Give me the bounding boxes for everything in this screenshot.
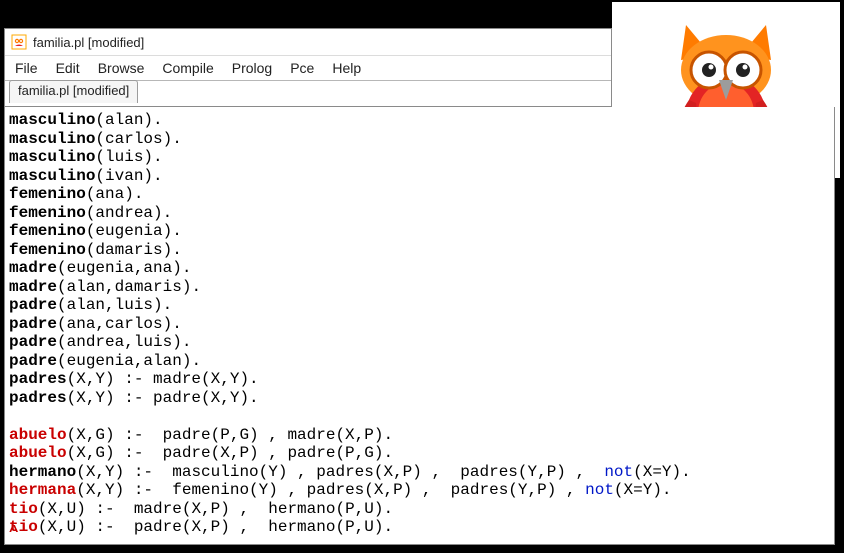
code-text: (andrea,luis). bbox=[57, 333, 191, 351]
predicate: padre bbox=[9, 296, 57, 314]
predicate: padre bbox=[9, 333, 57, 351]
predicate: padre bbox=[9, 315, 57, 333]
titlebar: familia.pl [modified] bbox=[5, 29, 611, 56]
code-text: (X,Y) :- femenino(Y) , padres(X,P) , pad… bbox=[76, 481, 585, 499]
predicate: masculino bbox=[9, 167, 95, 185]
predicate: femenino bbox=[9, 185, 86, 203]
predicate: padre bbox=[9, 352, 57, 370]
menu-prolog[interactable]: Prolog bbox=[232, 60, 272, 76]
code-text: (X,Y) :- masculino(Y) , padres(X,P) , pa… bbox=[76, 463, 604, 481]
predicate-red: abuelo bbox=[9, 426, 67, 444]
menu-edit[interactable]: Edit bbox=[56, 60, 80, 76]
code-text: (eugenia,alan). bbox=[57, 352, 201, 370]
keyword-not: not bbox=[585, 481, 614, 499]
menu-pce[interactable]: Pce bbox=[290, 60, 314, 76]
code-text: (andrea). bbox=[86, 204, 172, 222]
code-text: (X,Y) :- padre(X,Y). bbox=[67, 389, 259, 407]
code-text: (X,G) :- padre(X,P) , padre(P,G). bbox=[67, 444, 393, 462]
code-text: (ana,carlos). bbox=[57, 315, 182, 333]
code-text: (X=Y). bbox=[614, 481, 672, 499]
code-text: (ana). bbox=[86, 185, 144, 203]
tab-familia[interactable]: familia.pl [modified] bbox=[9, 80, 138, 103]
code-text: (carlos). bbox=[95, 130, 181, 148]
predicate: femenino bbox=[9, 241, 86, 259]
menu-browse[interactable]: Browse bbox=[98, 60, 145, 76]
predicate: masculino bbox=[9, 148, 95, 166]
predicate: masculino bbox=[9, 111, 95, 129]
predicate-red: tio bbox=[9, 500, 38, 518]
predicate: padres bbox=[9, 389, 67, 407]
caret-icon: ^ bbox=[9, 523, 19, 542]
code-text: (alan,luis). bbox=[57, 296, 172, 314]
code-text: (luis). bbox=[95, 148, 162, 166]
predicate: madre bbox=[9, 278, 57, 296]
code-text: (damaris). bbox=[86, 241, 182, 259]
predicate: madre bbox=[9, 259, 57, 277]
code-text: (X,U) :- madre(X,P) , hermano(P,U). bbox=[38, 500, 393, 518]
code-text: (alan,damaris). bbox=[57, 278, 201, 296]
editor-window: familia.pl [modified] File Edit Browse C… bbox=[4, 28, 612, 107]
code-text: (X,Y) :- madre(X,Y). bbox=[67, 370, 259, 388]
predicate-red: hermana bbox=[9, 481, 76, 499]
predicate-red: abuelo bbox=[9, 444, 67, 462]
app-icon bbox=[11, 34, 27, 50]
menu-file[interactable]: File bbox=[15, 60, 38, 76]
code-text: (X,G) :- padre(P,G) , madre(X,P). bbox=[67, 426, 393, 444]
code-text: (ivan). bbox=[95, 167, 162, 185]
menubar: File Edit Browse Compile Prolog Pce Help bbox=[5, 56, 611, 81]
code-text: (eugenia). bbox=[86, 222, 182, 240]
top-dark-strip bbox=[0, 0, 612, 28]
keyword-not: not bbox=[604, 463, 633, 481]
predicate: femenino bbox=[9, 204, 86, 222]
code-text: (X,U) :- padre(X,P) , hermano(P,U). bbox=[38, 518, 393, 536]
code-text: (X=Y). bbox=[633, 463, 691, 481]
predicate: masculino bbox=[9, 130, 95, 148]
predicate: padres bbox=[9, 370, 67, 388]
menu-help[interactable]: Help bbox=[332, 60, 361, 76]
predicate: femenino bbox=[9, 222, 86, 240]
code-text: (eugenia,ana). bbox=[57, 259, 191, 277]
window-title: familia.pl [modified] bbox=[33, 35, 144, 50]
code-editor[interactable]: masculino(alan). masculino(carlos). masc… bbox=[4, 107, 835, 545]
predicate: hermano bbox=[9, 463, 76, 481]
menu-compile[interactable]: Compile bbox=[162, 60, 213, 76]
tab-bar: familia.pl [modified] bbox=[5, 81, 611, 103]
code-text: (alan). bbox=[95, 111, 162, 129]
